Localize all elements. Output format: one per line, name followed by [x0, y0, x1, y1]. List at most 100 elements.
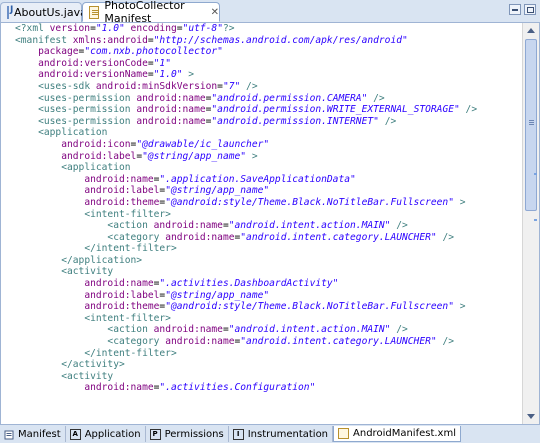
code-line[interactable]: <uses-permission android:name="android.p…	[15, 116, 521, 128]
code-line[interactable]: </intent-filter>	[15, 348, 521, 360]
code-line[interactable]: android:name=".activities.DashboardActiv…	[15, 278, 521, 290]
code-line[interactable]: <uses-sdk android:minSdkVersion="7" />	[15, 81, 521, 93]
bottom-tab-androidmanifest-xml[interactable]: AndroidManifest.xml	[333, 426, 461, 442]
vertical-scrollbar[interactable]	[522, 23, 539, 424]
xml-attr: android:versionCode	[38, 57, 148, 69]
editor-tab-bar: AboutUs.java PhotoCollector Manifest ✕	[0, 0, 540, 25]
scrollbar-thumb[interactable]	[525, 39, 537, 211]
xml-attr: package	[38, 46, 79, 58]
xml-file-icon	[89, 5, 100, 19]
code-line[interactable]: android:versionName="1.0" >	[15, 69, 521, 81]
xml-val: "android.permission.WRITE_EXTERNAL_STORA…	[211, 104, 460, 116]
code-line[interactable]: <action android:name="android.intent.act…	[15, 220, 521, 232]
xml-tag: <intent-filter>	[84, 312, 171, 324]
bottom-tab-permissions[interactable]: P Permissions	[146, 426, 229, 442]
xml-tag: />	[436, 336, 454, 348]
xml-tag: />	[390, 220, 408, 232]
code-line[interactable]: android:theme="@android:style/Theme.Blac…	[15, 197, 521, 209]
xml-tag: />	[240, 80, 258, 92]
code-line[interactable]: </application>	[15, 255, 521, 267]
xml-val: "@string/app_name"	[142, 150, 247, 162]
code-line[interactable]: android:name=".application.SaveApplicati…	[15, 174, 521, 186]
code-line[interactable]: <application	[15, 162, 521, 174]
bottom-tab-application[interactable]: A Application	[66, 426, 146, 442]
tab-photocollector-manifest[interactable]: PhotoCollector Manifest ✕	[82, 0, 220, 25]
code-line[interactable]: <?xml version="1.0" encoding="utf-8"?>	[15, 23, 521, 35]
xml-attr: android:name	[84, 278, 154, 290]
java-file-icon	[7, 5, 13, 19]
code-line[interactable]: </activity>	[15, 359, 521, 371]
bottom-tab-label: AndroidManifest.xml	[353, 428, 456, 439]
code-line[interactable]: <intent-filter>	[15, 209, 521, 221]
xml-tag: </intent-filter>	[84, 243, 177, 255]
scroll-up-icon[interactable]	[526, 25, 536, 37]
code-line[interactable]: <activity	[15, 371, 521, 383]
bottom-tab-instrumentation[interactable]: I Instrumentation	[229, 426, 334, 442]
code-line[interactable]: <uses-permission android:name="android.p…	[15, 104, 521, 116]
xml-tag: <uses-sdk	[38, 80, 96, 92]
xml-tag: />	[378, 115, 397, 127]
tab-aboutus-java[interactable]: AboutUs.java	[0, 2, 87, 22]
xml-editor[interactable]: <?xml version="1.0" encoding="utf-8"?> <m…	[0, 23, 540, 424]
maximize-icon[interactable]	[524, 4, 536, 15]
xml-tag: >	[453, 301, 466, 313]
code-line[interactable]: android:theme="@android:style/Theme.Blac…	[15, 301, 521, 313]
xml-tag: <category	[107, 336, 166, 348]
xml-file-icon	[338, 428, 350, 439]
xml-attr: android:name	[84, 173, 154, 185]
close-icon[interactable]: ✕	[211, 7, 219, 18]
code-line[interactable]: android:label="@string/app_name" >	[15, 151, 521, 163]
xml-val: "android.intent.category.LAUNCHER"	[240, 231, 437, 243]
xml-tag: <action	[107, 220, 154, 232]
code-line[interactable]: <category android:name="android.intent.c…	[15, 336, 521, 348]
xml-val: "@drawable/ic_launcher"	[136, 138, 270, 150]
code-line[interactable]: <action android:name="android.intent.act…	[15, 324, 521, 336]
code-line[interactable]: package="com.nxb.photocollector"	[15, 46, 521, 58]
xml-val: ".application.SaveApplicationData"	[159, 173, 356, 185]
scroll-down-icon[interactable]	[526, 410, 536, 422]
manifest-icon	[4, 430, 14, 439]
tab-label: AboutUs.java	[14, 6, 87, 19]
minimize-icon[interactable]	[509, 4, 521, 15]
bottom-tab-label: Permissions	[164, 428, 224, 440]
code-line[interactable]: android:icon="@drawable/ic_launcher"	[15, 139, 521, 151]
manifest-editor-tabs: Manifest A Application P Permissions I Instrum…	[0, 424, 540, 443]
code-line[interactable]: android:label="@string/app_name"	[15, 185, 521, 197]
code-area[interactable]: <?xml version="1.0" encoding="utf-8"?> <m…	[15, 23, 521, 424]
xml-val: ".activities.Configuration"	[159, 382, 316, 394]
code-line[interactable]: </intent-filter>	[15, 243, 521, 255]
code-line[interactable]: android:label="@string/app_name"	[15, 290, 521, 302]
code-line[interactable]: <uses-permission android:name="android.p…	[15, 93, 521, 105]
code-line[interactable]: <intent-filter>	[15, 313, 521, 325]
xml-val: "@string/app_name"	[165, 185, 270, 197]
code-line[interactable]: <activity	[15, 266, 521, 278]
xml-val: "com.nxb.photocollector"	[84, 46, 223, 58]
code-line[interactable]: <application	[15, 127, 521, 139]
xml-attr: encoding	[130, 23, 177, 34]
code-line[interactable]: android:versionCode="1"	[15, 58, 521, 70]
code-line[interactable]: <category android:name="android.intent.c…	[15, 232, 521, 244]
xml-attr: android:label	[84, 289, 160, 301]
xml-tag: <action	[107, 324, 154, 336]
xml-val: "android.intent.category.LAUNCHER"	[240, 336, 437, 348]
xml-val: "android.permission.CAMERA"	[211, 92, 368, 104]
bottom-tab-manifest[interactable]: Manifest	[0, 426, 66, 442]
xml-tag: />	[436, 231, 454, 243]
xml-val: "http://schemas.android.com/apk/res/andr…	[153, 34, 408, 46]
xml-val: "utf-8"	[182, 23, 223, 34]
xml-tag: <manifest	[15, 34, 73, 46]
xml-tag: <uses-permission	[38, 104, 137, 116]
code-line[interactable]: <manifest xmlns:android="http://schemas.…	[15, 35, 521, 47]
code-line[interactable]: android:name=".activities.Configuration"	[15, 382, 521, 394]
